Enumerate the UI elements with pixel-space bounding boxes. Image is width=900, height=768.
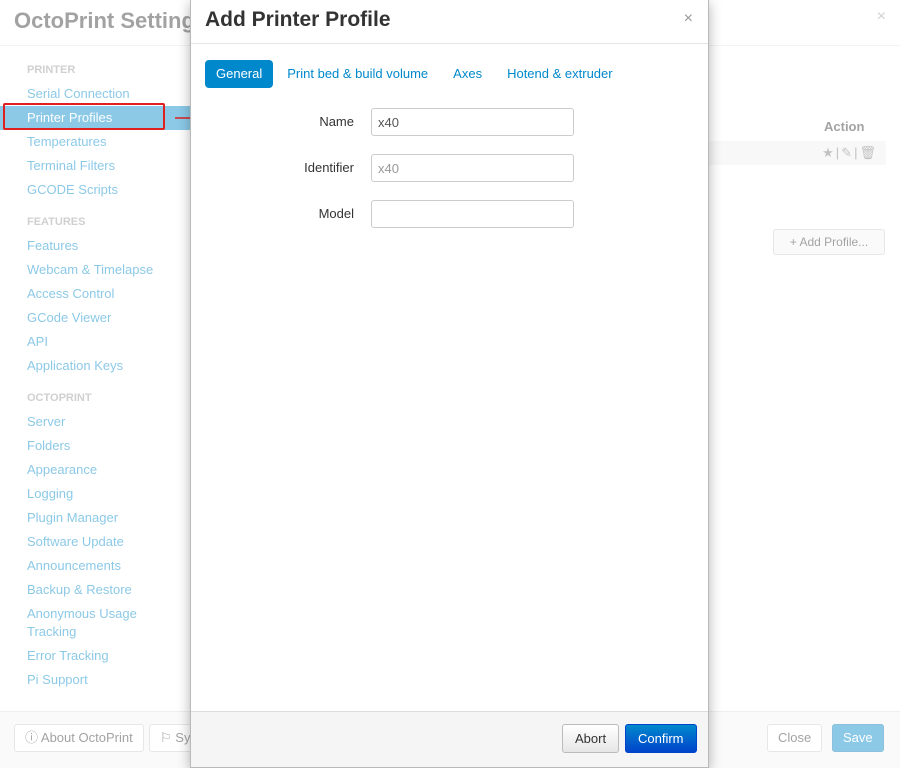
sidebar-item-gcode-viewer[interactable]: GCode Viewer (0, 306, 190, 330)
about-octoprint-label: About OctoPrint (40, 730, 133, 745)
sidebar-heading-octoprint: OCTOPRINT (27, 392, 92, 404)
row-action-icons[interactable]: ★|✎|🗑 (822, 145, 878, 161)
about-octoprint-button[interactable]: ⓘ About OctoPrint (14, 724, 144, 752)
close-icon[interactable]: × (684, 10, 693, 28)
pencil-icon[interactable]: ✎ (841, 145, 854, 160)
identifier-field[interactable] (371, 154, 574, 182)
tab-hotend-extruder[interactable]: Hotend & extruder (496, 60, 624, 88)
settings-sidebar: PRINTER Serial Connection Printer Profil… (0, 58, 190, 692)
sidebar-item-folders[interactable]: Folders (0, 434, 190, 458)
abort-button[interactable]: Abort (562, 724, 620, 753)
name-field[interactable] (371, 108, 574, 136)
sidebar-item-features[interactable]: Features (0, 234, 190, 258)
annotation-highlight-box (3, 103, 165, 130)
tab-axes[interactable]: Axes (442, 60, 493, 88)
settings-title: OctoPrint Settings (14, 8, 208, 33)
sidebar-item-announcements[interactable]: Announcements (0, 554, 190, 578)
profiles-action-header: Action (824, 119, 865, 134)
sidebar-item-pi-support[interactable]: Pi Support (0, 668, 190, 692)
sidebar-item-appearance[interactable]: Appearance (0, 458, 190, 482)
sidebar-item-software-update[interactable]: Software Update (0, 530, 190, 554)
tab-general[interactable]: General (205, 60, 274, 88)
sidebar-item-anonymous-usage-tracking[interactable]: Anonymous Usage Tracking (0, 602, 140, 644)
info-icon: ⓘ (25, 730, 41, 745)
sidebar-item-terminal-filters[interactable]: Terminal Filters (0, 154, 190, 178)
sidebar-heading-printer: PRINTER (27, 64, 76, 76)
sidebar-item-application-keys[interactable]: Application Keys (0, 354, 190, 378)
sidebar-item-temperatures[interactable]: Temperatures (0, 130, 190, 154)
add-profile-button[interactable]: + Add Profile... (773, 229, 885, 255)
model-label: Model (318, 206, 354, 221)
confirm-button[interactable]: Confirm (625, 724, 697, 753)
modal-footer: Abort Confirm (191, 711, 708, 767)
sidebar-item-backup-restore[interactable]: Backup & Restore (0, 578, 190, 602)
save-button[interactable]: Save (832, 724, 884, 752)
identifier-label: Identifier (304, 160, 354, 175)
model-field[interactable] (371, 200, 574, 228)
name-label: Name (319, 114, 354, 129)
flag-icon: ⚐ (160, 730, 176, 745)
profile-tabs: General Print bed & build volume Axes Ho… (205, 60, 627, 88)
sidebar-item-gcode-scripts[interactable]: GCODE Scripts (0, 178, 190, 202)
modal-title: Add Printer Profile (205, 8, 391, 31)
system-label: Sy (175, 730, 191, 745)
sidebar-item-plugin-manager[interactable]: Plugin Manager (0, 506, 190, 530)
tab-print-bed-build-volume[interactable]: Print bed & build volume (276, 60, 439, 88)
settings-close-icon[interactable]: × (877, 8, 886, 26)
sidebar-item-access-control[interactable]: Access Control (0, 282, 190, 306)
trash-icon[interactable]: 🗑 (859, 145, 878, 160)
sidebar-item-error-tracking[interactable]: Error Tracking (0, 644, 190, 668)
modal-header: Add Printer Profile × (191, 0, 708, 44)
sidebar-item-logging[interactable]: Logging (0, 482, 190, 506)
identifier-row: Identifier (191, 154, 710, 182)
name-row: Name (191, 108, 710, 136)
sidebar-item-server[interactable]: Server (0, 410, 190, 434)
table-row: ★|✎|🗑 (700, 141, 886, 165)
close-button[interactable]: Close (767, 724, 823, 752)
model-row: Model (191, 200, 710, 228)
sidebar-heading-features: FEATURES (27, 216, 86, 228)
star-icon[interactable]: ★ (822, 145, 836, 160)
add-printer-profile-modal: Add Printer Profile × General Print bed … (190, 0, 709, 768)
sidebar-item-api[interactable]: API (0, 330, 190, 354)
sidebar-item-webcam-timelapse[interactable]: Webcam & Timelapse (0, 258, 190, 282)
